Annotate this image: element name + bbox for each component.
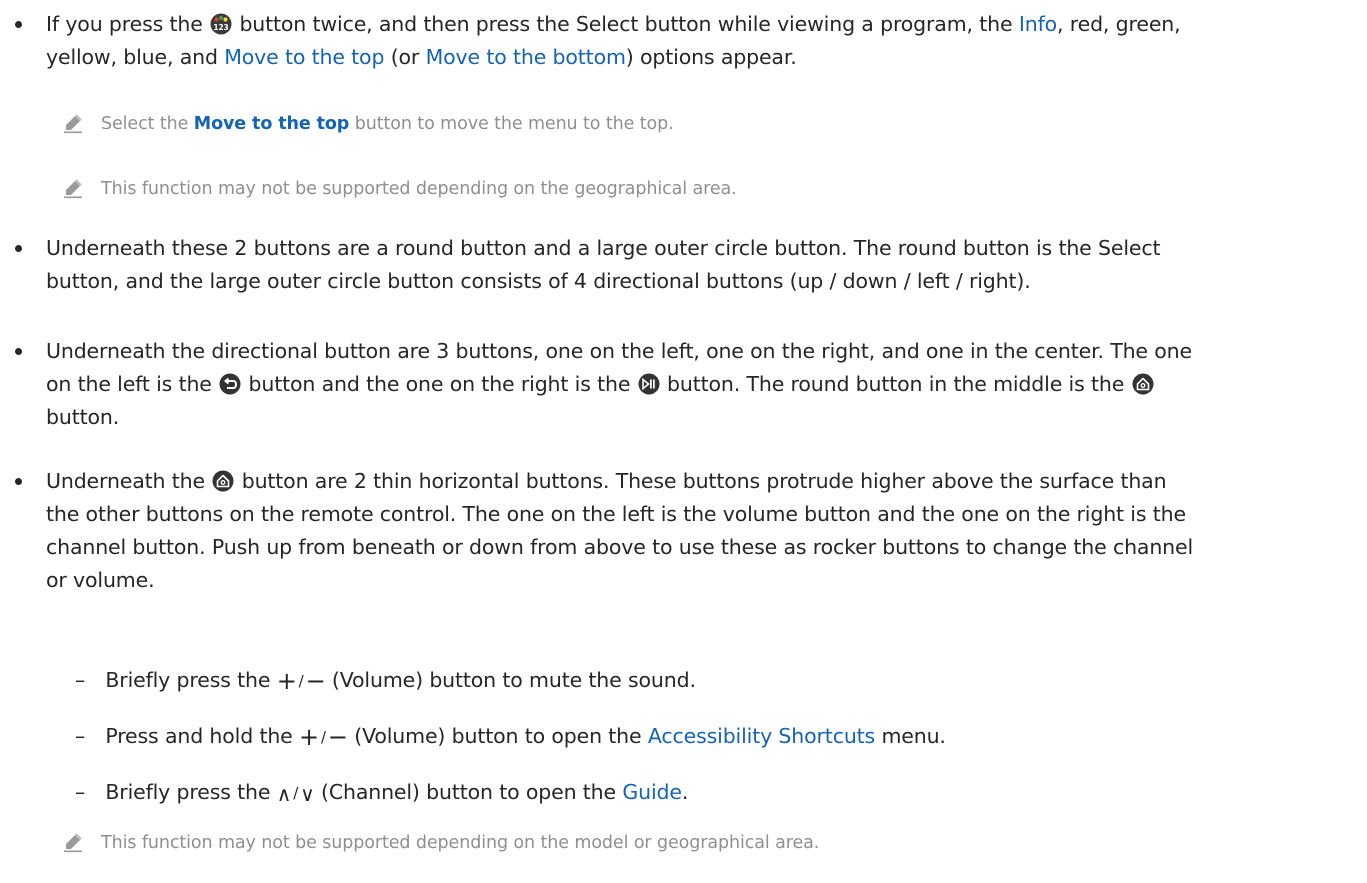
- sub-item-mute: – Briefly press the +/− (Volume) button …: [75, 665, 696, 696]
- bullet-text: If you press the 123 button twice, and t…: [46, 8, 1356, 74]
- return-icon: [219, 373, 241, 395]
- text-fragment: (Channel) button to open the: [320, 780, 616, 804]
- move-to-bottom-link[interactable]: Move to the bottom: [426, 45, 626, 69]
- bullet-dot: [15, 245, 22, 252]
- text-fragment: on the left is the: [46, 372, 212, 396]
- home-icon: [212, 470, 234, 492]
- plus-icon: +: [299, 723, 319, 751]
- dash-marker: –: [75, 724, 86, 748]
- note-text: This function may not be supported depen…: [101, 179, 737, 199]
- text-fragment: If you press the: [46, 12, 203, 36]
- minus-icon: −: [327, 723, 348, 751]
- text-fragment: ) options appear.: [625, 45, 797, 69]
- bullet-dot: [15, 21, 22, 28]
- sub-item-accessibility: – Press and hold the +/− (Volume) button…: [75, 721, 946, 752]
- text-fragment: (Volume) button to mute the sound.: [331, 668, 696, 692]
- move-to-top-link[interactable]: Move to the top: [224, 45, 384, 69]
- pencil-note-icon: [64, 833, 82, 853]
- chevron-up-icon: ∧: [276, 782, 292, 806]
- move-to-top-link[interactable]: Move to the top: [194, 114, 350, 134]
- text-fragment: button. The round button in the middle i…: [667, 372, 1125, 396]
- bullet-dot: [15, 478, 22, 485]
- text-line: the other buttons on the remote control.…: [46, 502, 1186, 526]
- text-fragment: yellow, blue, and: [46, 45, 218, 69]
- play-pause-icon: [638, 373, 660, 395]
- info-link[interactable]: Info: [1019, 12, 1057, 36]
- bullet-text: Underneath the directional button are 3 …: [46, 335, 1356, 434]
- text-line: channel button. Push up from beneath or …: [46, 535, 1194, 559]
- bullet-dot: [15, 348, 22, 355]
- pencil-note-icon: [64, 114, 82, 134]
- plus-icon: +: [276, 667, 297, 695]
- slash: /: [293, 784, 299, 802]
- dash-marker: –: [75, 780, 86, 804]
- guide-link[interactable]: Guide: [622, 780, 682, 804]
- text-line: button.: [46, 405, 120, 429]
- dash-marker: –: [75, 668, 86, 692]
- pencil-note-icon: [64, 179, 82, 199]
- text-line: button, and the large outer circle butto…: [46, 269, 1031, 293]
- text-line: or volume.: [46, 568, 155, 592]
- text-fragment: (Volume) button to open the: [354, 724, 642, 748]
- slash: /: [298, 672, 304, 690]
- color-123-icon: 123: [210, 13, 232, 35]
- sub-item-guide: – Briefly press the ∧ / ∨ (Channel) button…: [75, 777, 688, 808]
- manual-page: If you press the 123 button twice, and t…: [0, 0, 1367, 883]
- text-fragment: .: [681, 780, 689, 804]
- text-fragment: (or: [390, 45, 420, 69]
- note-text: This function may not be supported depen…: [101, 833, 820, 853]
- text-fragment: button to move the menu to the top.: [354, 114, 674, 134]
- text-fragment: menu.: [881, 724, 946, 748]
- text-fragment: button twice, and then press the Select …: [239, 12, 1013, 36]
- bullet-text: Underneath the button are 2 thin horizon…: [46, 465, 1356, 597]
- text-line: Underneath the directional button are 3 …: [46, 339, 1192, 363]
- svg-text:123: 123: [213, 23, 228, 32]
- accessibility-shortcuts-link[interactable]: Accessibility Shortcuts: [648, 724, 875, 748]
- text-line: Underneath these 2 buttons are a round b…: [46, 236, 1161, 260]
- text-fragment: Briefly press the: [105, 668, 271, 692]
- text-fragment: Select the: [101, 114, 189, 134]
- bullet-text: Underneath these 2 buttons are a round b…: [46, 232, 1356, 298]
- text-fragment: button are 2 thin horizontal buttons. Th…: [241, 469, 1167, 493]
- slash: /: [320, 728, 326, 746]
- text-fragment: Briefly press the: [105, 780, 271, 804]
- text-fragment: Press and hold the: [105, 724, 293, 748]
- text-fragment: Underneath the: [46, 469, 205, 493]
- chevron-down-icon: ∨: [300, 782, 315, 806]
- minus-icon: −: [305, 667, 326, 695]
- text-fragment: button and the one on the right is the: [248, 372, 631, 396]
- home-icon: [1132, 373, 1154, 395]
- text-fragment: , red, green,: [1057, 12, 1181, 36]
